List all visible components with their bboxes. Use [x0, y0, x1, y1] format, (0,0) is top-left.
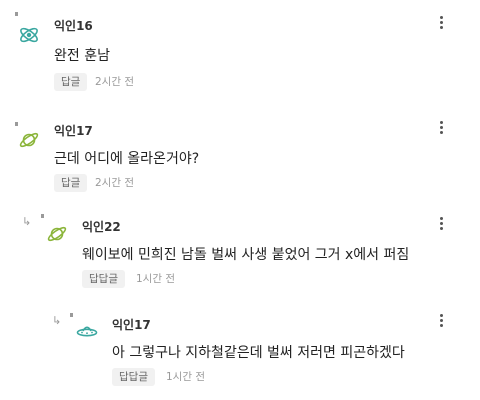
comment-text: 근데 어디에 올라온거야? — [54, 151, 200, 167]
comment-time: 1시간 전 — [166, 371, 205, 383]
reply-button[interactable]: 답답글 — [82, 270, 125, 288]
planet-icon — [19, 132, 39, 148]
more-options-icon[interactable] — [440, 217, 444, 231]
comment-time: 1시간 전 — [136, 273, 175, 285]
comment-text: 아 그렇구나 지하철같은데 벌써 저러면 피곤하겠다 — [112, 345, 405, 361]
comment-author[interactable]: 익인22 — [82, 218, 121, 235]
reply-arrow-icon: ↳ — [52, 314, 62, 327]
atom-icon — [20, 27, 38, 43]
comment-text: 완전 훈남 — [54, 48, 110, 64]
comment-time: 2시간 전 — [95, 76, 134, 88]
more-options-icon[interactable] — [440, 314, 444, 328]
reply-button[interactable]: 답글 — [54, 73, 88, 91]
reply-button[interactable]: 답답글 — [112, 368, 155, 386]
comment-marker — [15, 12, 18, 16]
ufo-icon — [76, 326, 98, 337]
more-options-icon[interactable] — [440, 16, 444, 30]
reply-button[interactable]: 답글 — [54, 174, 88, 192]
comment-thread: 익인16 완전 훈남 답글 2시간 전 익인17 근데 어디에 올라온거야? 답… — [0, 0, 480, 400]
comment-author[interactable]: 익인17 — [112, 316, 151, 333]
comment-marker — [41, 214, 44, 218]
comment-marker — [15, 122, 18, 126]
planet-icon — [47, 226, 67, 242]
comment-text: 웨이보에 민희진 남돌 벌써 사생 붙었어 그거 x에서 퍼짐 — [82, 247, 410, 263]
comment-time: 2시간 전 — [95, 177, 134, 189]
comment-author[interactable]: 익인16 — [54, 17, 93, 34]
reply-arrow-icon: ↳ — [22, 215, 32, 228]
comment-author[interactable]: 익인17 — [54, 122, 93, 139]
more-options-icon[interactable] — [440, 121, 444, 135]
comment-marker — [70, 313, 73, 317]
